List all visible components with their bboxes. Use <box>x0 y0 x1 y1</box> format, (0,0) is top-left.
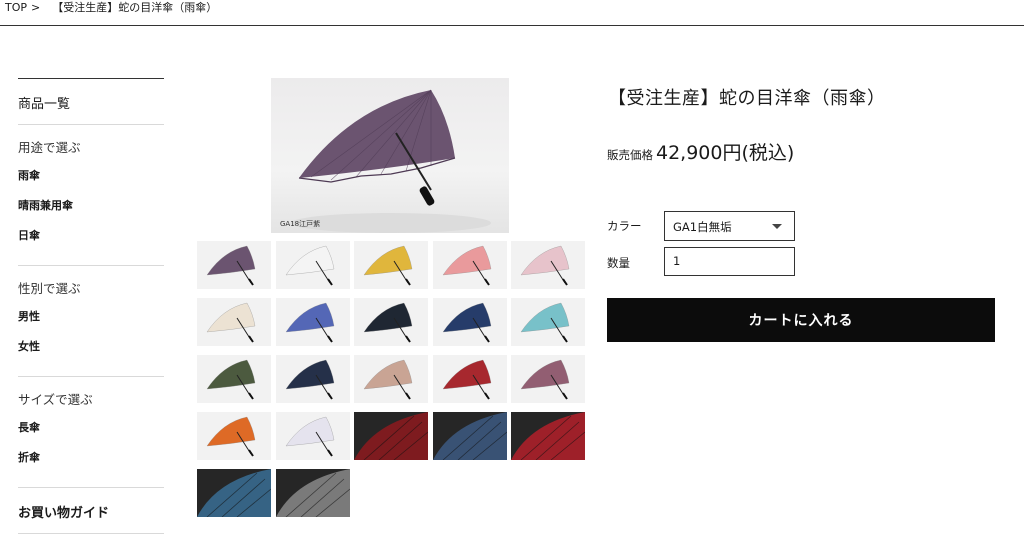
umbrella-icon <box>206 245 256 286</box>
thumbnail-umbrella[interactable] <box>197 412 271 460</box>
umbrella-icon <box>285 359 335 400</box>
thumbnail-umbrella[interactable] <box>511 355 585 403</box>
thumbnail-photo[interactable] <box>354 412 428 460</box>
thumbnail-umbrella[interactable] <box>511 298 585 346</box>
umbrella-icon <box>520 245 570 286</box>
thumbnail-umbrella[interactable] <box>276 298 350 346</box>
thumbnail-umbrella[interactable] <box>433 355 507 403</box>
breadcrumb-top-link[interactable]: TOP <box>5 1 27 15</box>
thumbnail-umbrella[interactable] <box>276 241 350 289</box>
umbrella-icon <box>206 416 256 457</box>
thumbnail-umbrella[interactable] <box>276 355 350 403</box>
main-image-caption: GA18江戸紫 <box>280 220 321 228</box>
breadcrumb-current: 【受注生産】蛇の目洋傘（雨傘） <box>52 1 218 14</box>
price-value: 42,900円(税込) <box>656 142 795 164</box>
sidebar-group-title-purpose: 用途で選ぶ <box>18 140 81 155</box>
sidebar-item-parasol[interactable]: 日傘 <box>18 229 164 259</box>
sidebar-group-title-gender: 性別で選ぶ <box>18 281 81 296</box>
thumbnail-umbrella[interactable] <box>197 298 271 346</box>
photo-image <box>276 469 350 517</box>
thumbnail-umbrella[interactable] <box>354 298 428 346</box>
thumbnail-photo[interactable] <box>511 412 585 460</box>
umbrella-icon <box>442 245 492 286</box>
thumbnail-umbrella[interactable] <box>197 355 271 403</box>
photo-image <box>197 469 271 517</box>
color-select[interactable]: GA1白無垢 <box>664 211 795 241</box>
umbrella-icon <box>206 302 256 343</box>
thumbnail-umbrella[interactable] <box>433 298 507 346</box>
price-row: 販売価格 42,900円(税込) <box>607 138 794 165</box>
sidebar-item-rain-sun[interactable]: 晴雨兼用傘 <box>18 199 164 229</box>
umbrella-main-illustration <box>291 89 491 233</box>
photo-image <box>433 412 507 460</box>
color-option-label: カラー <box>607 219 642 233</box>
umbrella-icon <box>206 359 256 400</box>
umbrella-icon <box>520 302 570 343</box>
sidebar-item-men[interactable]: 男性 <box>18 310 164 340</box>
chevron-down-icon <box>772 224 782 229</box>
thumbnail-umbrella[interactable] <box>276 412 350 460</box>
main-product-image[interactable]: GA18江戸紫 <box>271 78 509 233</box>
umbrella-icon <box>285 245 335 286</box>
sidebar-item-rain[interactable]: 雨傘 <box>18 169 164 199</box>
price-label: 販売価格 <box>607 148 653 162</box>
color-select-value: GA1白無垢 <box>673 220 732 234</box>
thumbnail-umbrella[interactable] <box>354 355 428 403</box>
category-sidebar: 商品一覧 用途で選ぶ 雨傘 晴雨兼用傘 日傘 性別で選ぶ 男性 女性 サイズで選… <box>18 78 164 534</box>
thumbnail-photo[interactable] <box>276 469 350 517</box>
thumbnail-umbrella[interactable] <box>433 241 507 289</box>
thumbnail-umbrella[interactable] <box>354 241 428 289</box>
product-title: 【受注生産】蛇の目洋傘（雨傘） <box>608 88 886 109</box>
sidebar-shopping-guide-link[interactable]: お買い物ガイド <box>18 488 164 533</box>
umbrella-icon <box>520 359 570 400</box>
sidebar-item-folding[interactable]: 折傘 <box>18 451 164 481</box>
thumbnail-photo[interactable] <box>433 412 507 460</box>
umbrella-icon <box>285 302 335 343</box>
add-to-cart-button[interactable]: カートに入れる <box>607 298 995 342</box>
thumbnail-photo[interactable] <box>197 469 271 517</box>
sidebar-item-women[interactable]: 女性 <box>18 340 164 370</box>
breadcrumb: TOP > 【受注生産】蛇の目洋傘（雨傘） <box>0 0 1024 26</box>
quantity-label: 数量 <box>607 256 630 270</box>
sidebar-all-products-link[interactable]: 商品一覧 <box>18 79 164 124</box>
photo-image <box>354 412 428 460</box>
umbrella-icon <box>442 302 492 343</box>
umbrella-icon <box>363 302 413 343</box>
sidebar-group-title-size: サイズで選ぶ <box>18 392 93 407</box>
sidebar-item-long[interactable]: 長傘 <box>18 421 164 451</box>
photo-image <box>511 412 585 460</box>
breadcrumb-separator: > <box>31 1 41 14</box>
quantity-input[interactable]: 1 <box>664 247 795 276</box>
umbrella-icon <box>285 416 335 457</box>
thumbnail-umbrella[interactable] <box>511 241 585 289</box>
thumbnail-umbrella[interactable] <box>197 241 271 289</box>
umbrella-icon <box>363 359 413 400</box>
umbrella-icon <box>442 359 492 400</box>
umbrella-icon <box>363 245 413 286</box>
